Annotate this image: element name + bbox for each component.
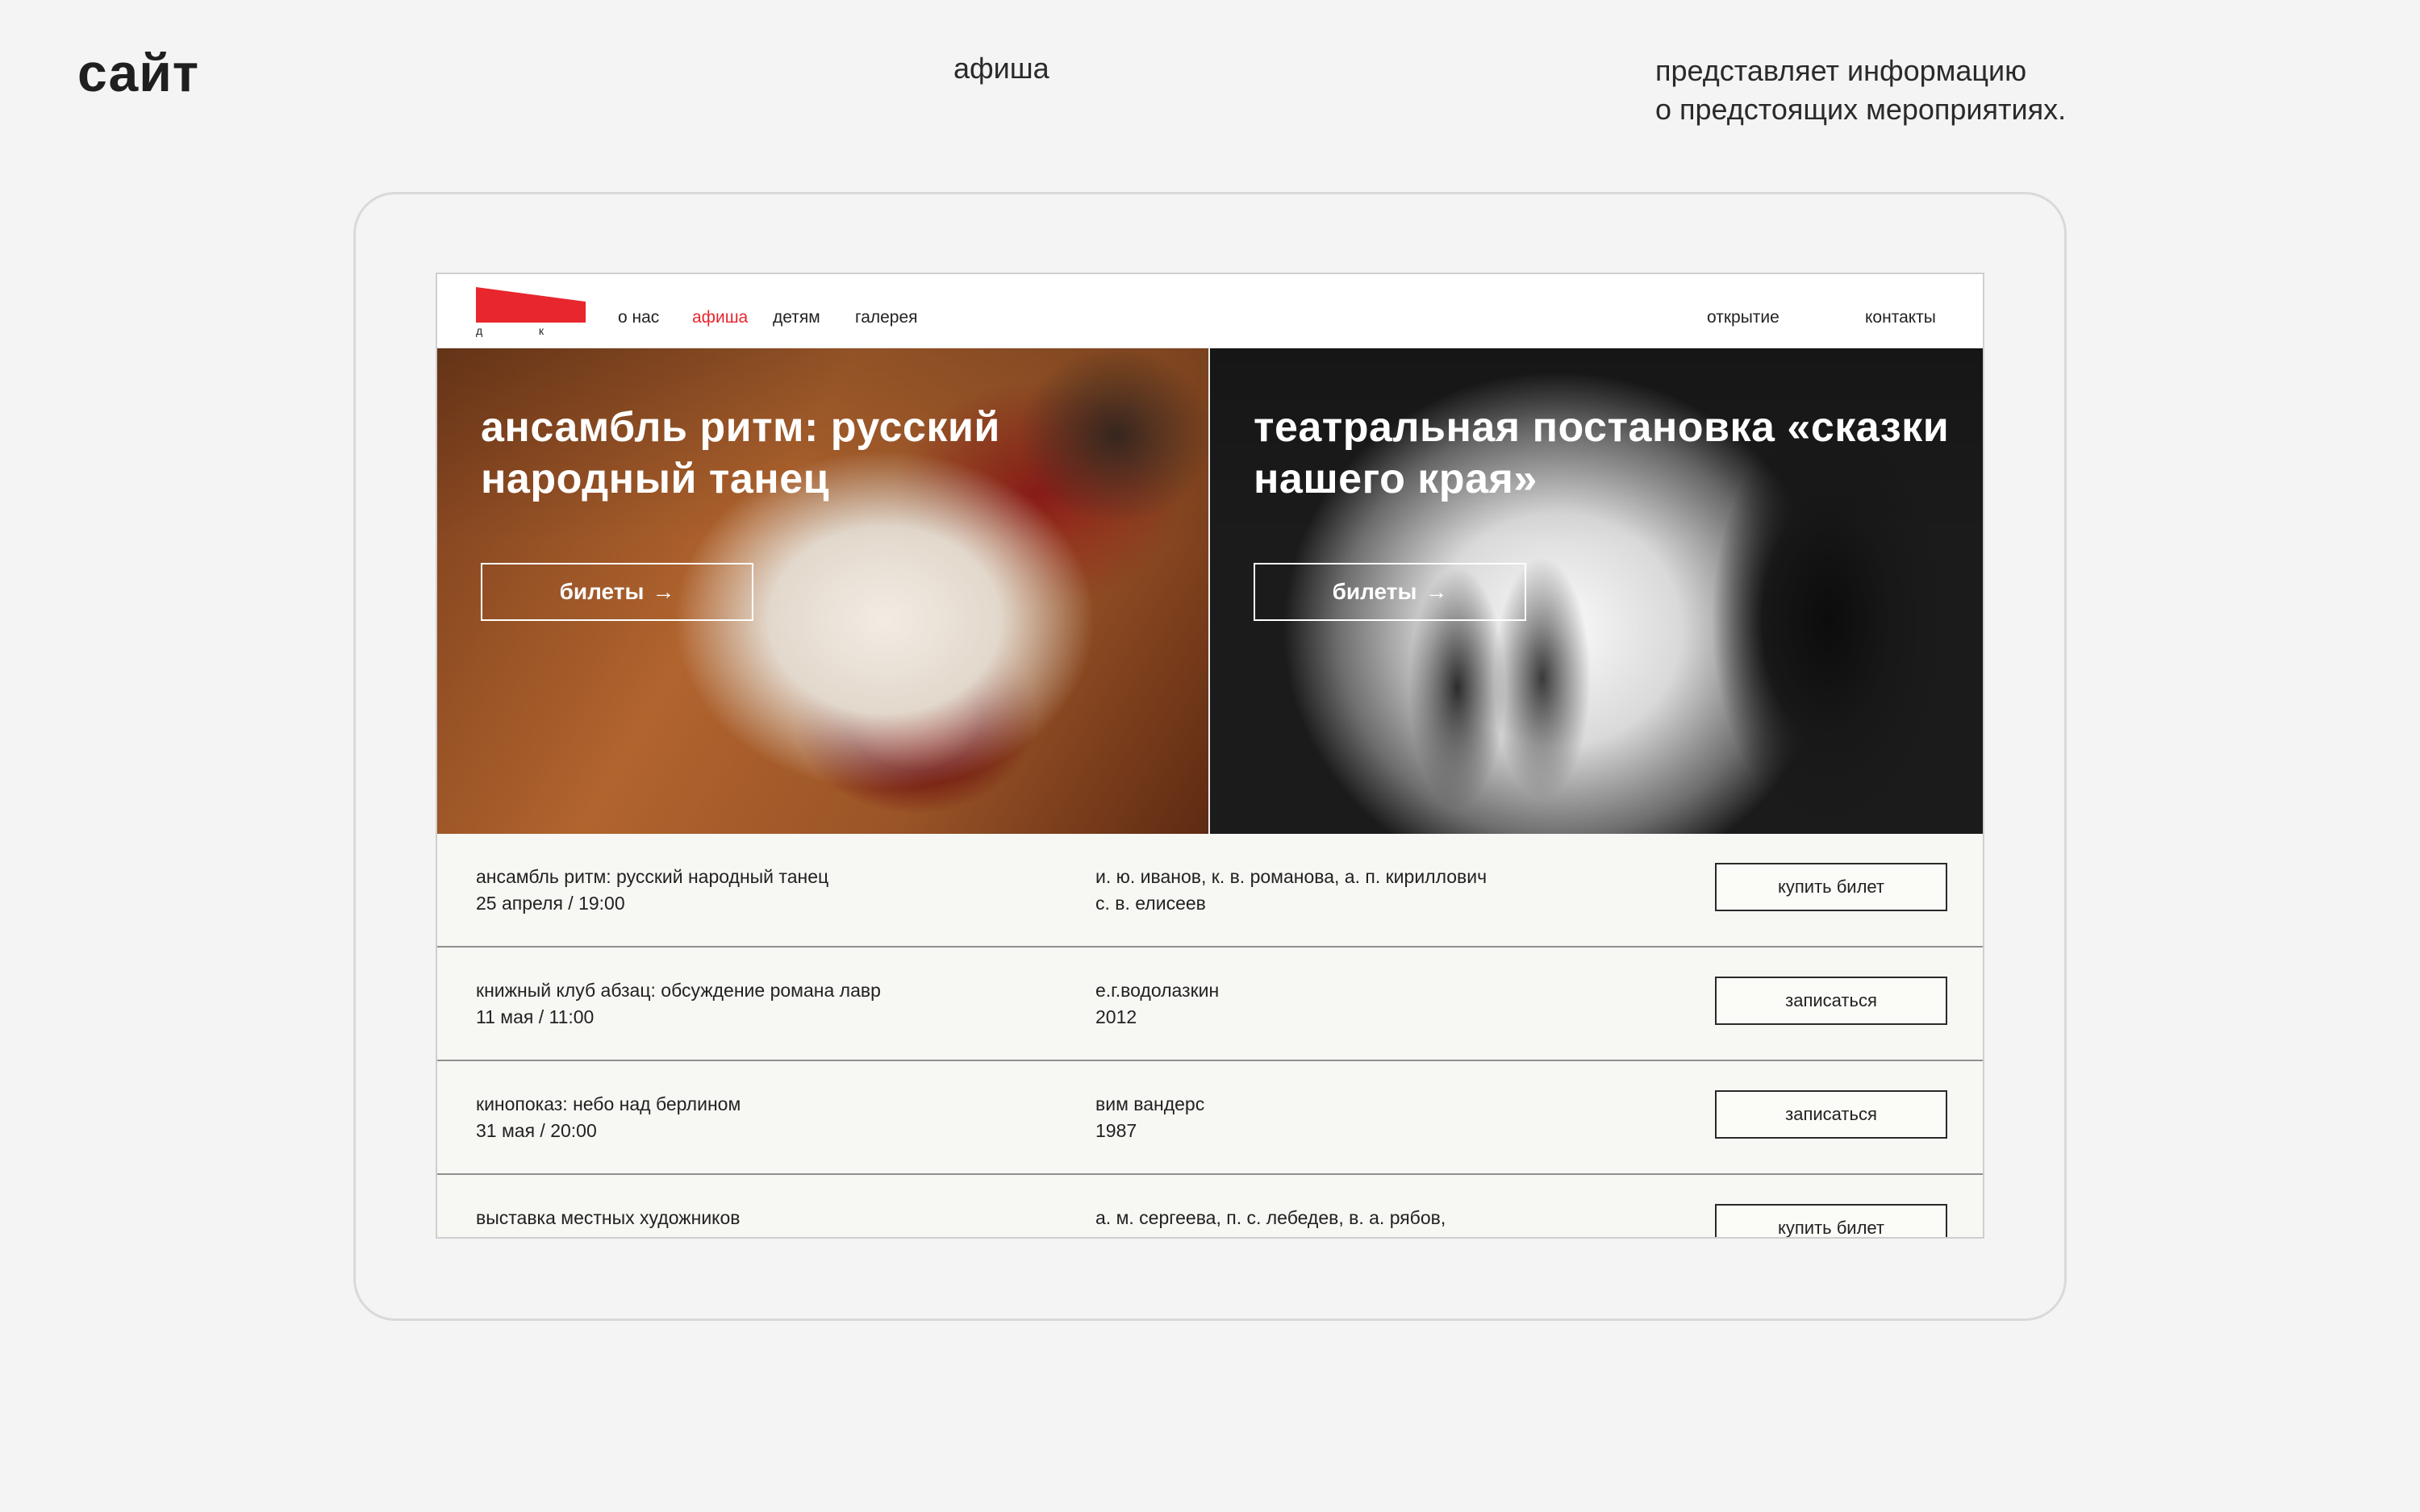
description-line: представляет информацию: [1655, 54, 2027, 87]
logo-shape-icon: [476, 287, 586, 323]
event-row: книжный клуб абзац: обсуждение романа ла…: [437, 948, 1983, 1061]
events-list: ансамбль ритм: русский народный танец 25…: [437, 834, 1983, 1237]
logo-letter: д: [476, 324, 483, 337]
description-line: о предстоящих мероприятиях.: [1655, 93, 2067, 126]
sign-up-button[interactable]: записаться: [1715, 977, 1947, 1025]
nav-item-about[interactable]: о нас: [618, 308, 659, 327]
tickets-button[interactable]: билеты →: [1254, 563, 1526, 621]
arrow-right-icon: →: [652, 579, 675, 604]
hero-title: театральная постановка «сказки нашего кр…: [1254, 402, 1980, 505]
nav-item-opening[interactable]: открытие: [1707, 308, 1780, 327]
hero-title: ансамбль ритм: русский народный танец: [481, 402, 1207, 505]
event-title[interactable]: ансамбль ритм: русский народный танец: [476, 866, 828, 888]
event-extra: 1987: [1095, 1120, 1137, 1141]
logo-letters: д к: [476, 324, 544, 337]
presentation-section-label: афиша: [953, 52, 1049, 85]
event-title[interactable]: кинопоказ: небо над берлином: [476, 1093, 741, 1115]
nav-item-afisha[interactable]: афиша: [692, 308, 748, 327]
hero-title-line: народный танец: [481, 456, 830, 502]
arrow-right-icon: →: [1425, 579, 1448, 604]
presentation-title: сайт: [77, 43, 200, 102]
logo-letter: к: [538, 324, 544, 337]
tickets-button-label: билеты: [1332, 579, 1417, 604]
event-date: 11 мая / 11:00: [476, 1006, 595, 1027]
nav-item-contacts[interactable]: контакты: [1865, 308, 1936, 327]
event-extra: с. в. елисеев: [1095, 893, 1206, 914]
event-people: а. м. сергеева, п. с. лебедев, в. а. ряб…: [1095, 1207, 1446, 1228]
website-screen: д к о нас афиша детям галерея открытие к…: [436, 273, 1984, 1239]
event-title[interactable]: выставка местных художников: [476, 1207, 741, 1229]
hero-card-dance[interactable]: ансамбль ритм: русский народный танец би…: [437, 348, 1210, 834]
event-date: 25 апреля / 19:00: [476, 893, 625, 914]
site-navbar: д к о нас афиша детям галерея открытие к…: [437, 274, 1983, 348]
site-logo[interactable]: д к: [476, 287, 589, 339]
event-people: и. ю. иванов, к. в. романова, а. п. кири…: [1095, 866, 1487, 887]
buy-ticket-button[interactable]: купить билет: [1715, 1204, 1947, 1237]
event-date: 31 мая / 20:00: [476, 1120, 597, 1141]
nav-item-gallery[interactable]: галерея: [855, 308, 918, 327]
event-row: выставка местных художников а. м. сергее…: [437, 1175, 1983, 1237]
event-row: ансамбль ритм: русский народный танец 25…: [437, 834, 1983, 948]
nav-item-kids[interactable]: детям: [773, 308, 820, 327]
hero-title-line: ансамбль ритм: русский: [481, 404, 1000, 451]
event-row: кинопоказ: небо над берлином 31 мая / 20…: [437, 1061, 1983, 1175]
hero-title-line: театральная постановка «сказки: [1254, 404, 1950, 451]
event-title[interactable]: книжный клуб абзац: обсуждение романа ла…: [476, 980, 881, 1002]
tickets-button-label: билеты: [559, 579, 645, 604]
hero-section: ансамбль ритм: русский народный танец би…: [437, 348, 1983, 834]
event-people: е.г.водолазкин: [1095, 980, 1220, 1001]
event-people: вим вандерс: [1095, 1093, 1205, 1114]
hero-title-line: нашего края»: [1254, 456, 1538, 502]
buy-ticket-button[interactable]: купить билет: [1715, 863, 1947, 911]
tickets-button[interactable]: билеты →: [481, 563, 753, 621]
presentation-description: представляет информацию о предстоящих ме…: [1655, 52, 2066, 129]
hero-card-theatre[interactable]: театральная постановка «сказки нашего кр…: [1210, 348, 1983, 834]
event-extra: 2012: [1095, 1006, 1137, 1027]
sign-up-button[interactable]: записаться: [1715, 1090, 1947, 1139]
